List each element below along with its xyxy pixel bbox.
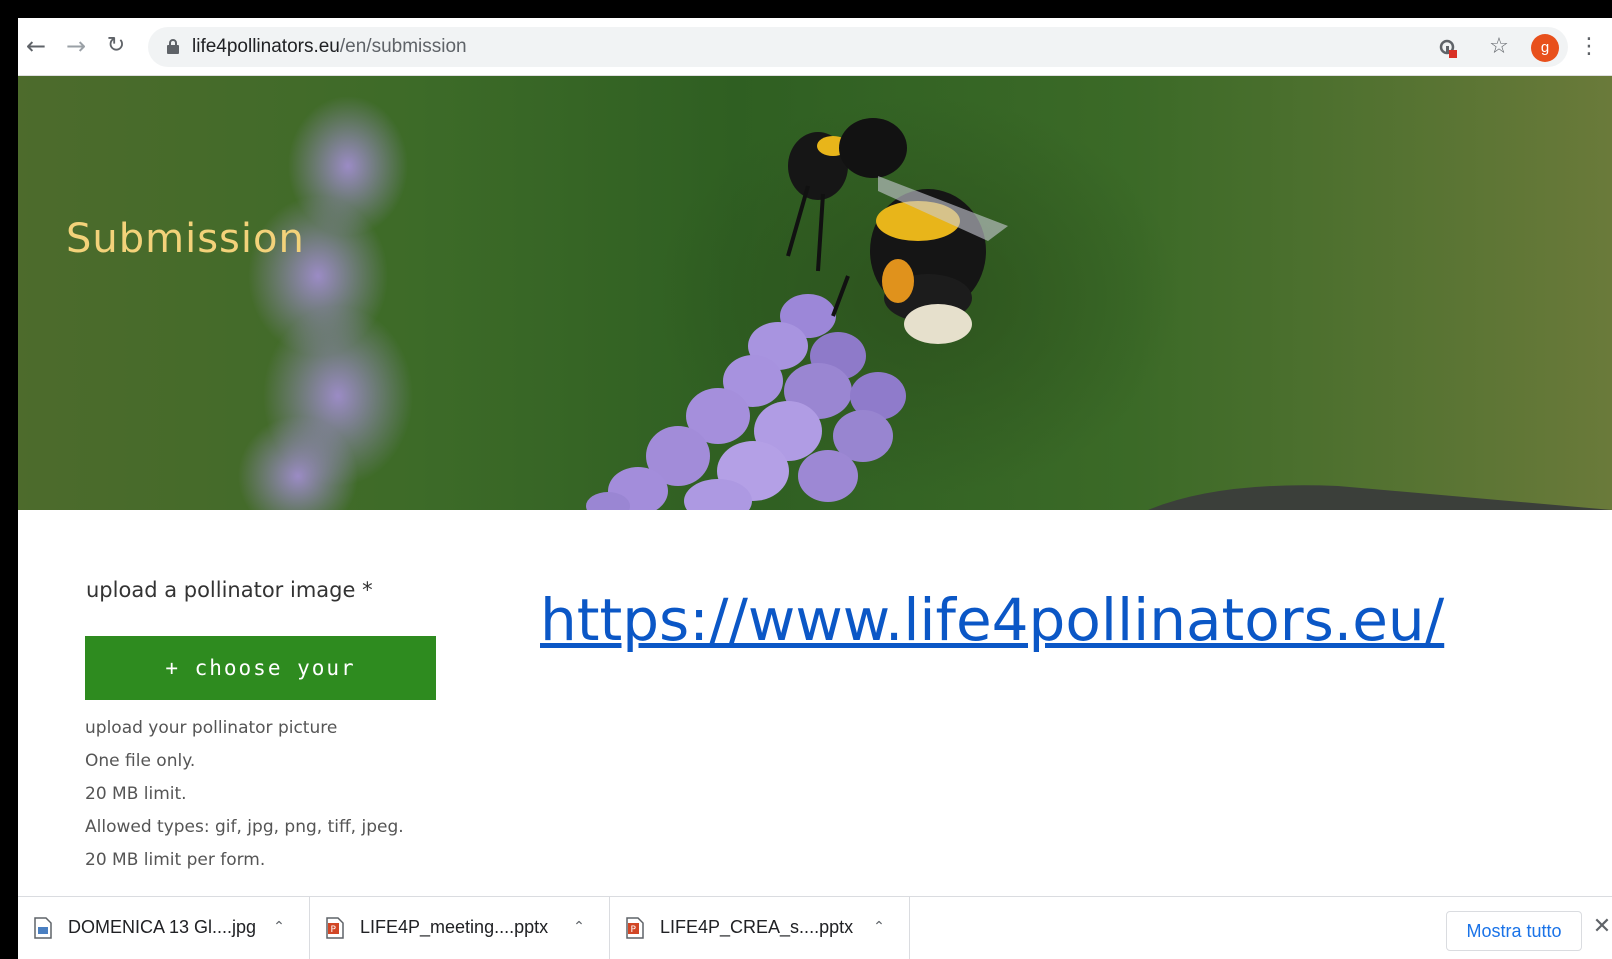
download-filename: DOMENICA 13 Gl....jpg — [68, 917, 257, 937]
chevron-up-icon[interactable]: ⌃ — [270, 919, 288, 937]
address-bar[interactable]: life4pollinators.eu/en/submission — [148, 27, 1568, 67]
url-domain: life4pollinators.eu — [192, 36, 340, 57]
upload-label: upload a pollinator image * — [86, 578, 373, 602]
help-line: Allowed types: gif, jpg, png, tiff, jpeg… — [85, 817, 404, 837]
bookmark-star-icon[interactable]: ☆ — [1486, 32, 1512, 62]
download-filename: LIFE4P_CREA_s....pptx — [660, 917, 854, 937]
svg-text:P: P — [331, 925, 337, 935]
download-item[interactable]: P LIFE4P_CREA_s....pptx ⌃ — [610, 897, 910, 959]
close-icon[interactable]: ✕ — [1592, 915, 1612, 939]
powerpoint-file-icon: P — [626, 917, 644, 939]
image-file-icon — [34, 917, 52, 939]
forward-arrow-icon[interactable]: → — [62, 32, 90, 60]
help-line: upload your pollinator picture — [85, 718, 338, 738]
url-path: /en/submission — [339, 36, 467, 57]
download-bar: DOMENICA 13 Gl....jpg ⌃ P LIFE4P_meeting… — [18, 896, 1612, 959]
download-item[interactable]: P LIFE4P_meeting....pptx ⌃ — [310, 897, 610, 959]
extension-icon[interactable] — [1438, 38, 1460, 60]
frame-border-top — [0, 0, 1612, 18]
reload-icon[interactable]: ↻ — [102, 32, 130, 60]
page-title: Submission — [66, 216, 305, 262]
help-line: 20 MB limit. — [85, 784, 187, 804]
upload-help-text: upload your pollinator picture One file … — [85, 712, 404, 877]
svg-text:P: P — [631, 925, 637, 935]
hero-image — [238, 96, 1612, 510]
frame-border-left — [0, 0, 18, 959]
help-line: 20 MB limit per form. — [85, 850, 266, 870]
powerpoint-file-icon: P — [326, 917, 344, 939]
profile-avatar[interactable]: g — [1531, 34, 1559, 62]
back-arrow-icon[interactable]: ← — [22, 32, 50, 60]
hero-banner: Submission — [18, 76, 1612, 510]
browser-toolbar: ← → ↻ life4pollinators.eu/en/submission … — [18, 18, 1612, 76]
website-link[interactable]: https://www.life4pollinators.eu/ — [540, 586, 1444, 654]
download-item[interactable]: DOMENICA 13 Gl....jpg ⌃ — [18, 897, 310, 959]
chevron-up-icon[interactable]: ⌃ — [570, 919, 588, 937]
help-line: One file only. — [85, 751, 196, 771]
lock-icon — [167, 39, 179, 54]
show-all-button[interactable]: Mostra tutto — [1446, 911, 1582, 951]
submission-form: upload a pollinator image * + choose you… — [18, 510, 1612, 896]
download-filename: LIFE4P_meeting....pptx — [360, 917, 549, 937]
choose-picture-button[interactable]: + choose your picture... — [85, 636, 436, 744]
menu-dots-icon[interactable]: ⋮ — [1578, 32, 1600, 62]
chevron-up-icon[interactable]: ⌃ — [870, 919, 888, 937]
url-text: life4pollinators.eu/en/submission — [192, 36, 467, 58]
